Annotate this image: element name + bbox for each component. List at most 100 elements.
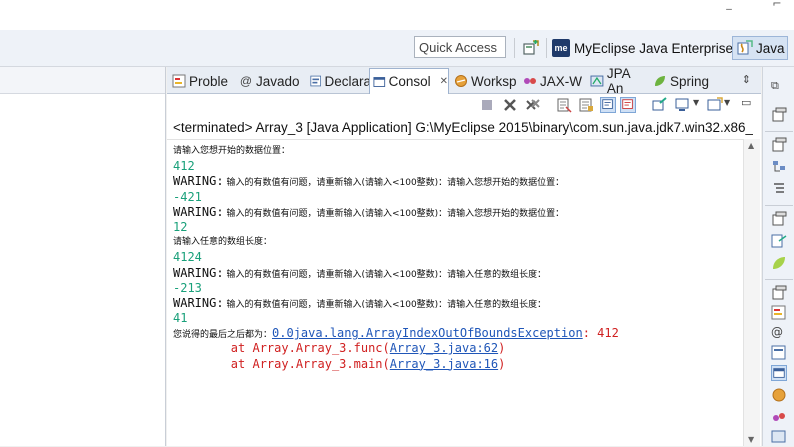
- console-user-input: 4124: [173, 250, 202, 265]
- display-selected-console-icon[interactable]: [675, 97, 691, 113]
- restore-icon[interactable]: ⧉: [771, 79, 787, 95]
- minimize-icon[interactable]: _: [722, 0, 736, 10]
- scroll-lock-icon[interactable]: [578, 97, 594, 113]
- left-view-panel: [0, 67, 166, 446]
- dropdown-arrow-icon[interactable]: ▼: [724, 98, 730, 107]
- terminate-icon[interactable]: [479, 97, 495, 113]
- toolbar-separator: [546, 38, 547, 58]
- stack-frame-text: ): [498, 356, 506, 371]
- perspective-java[interactable]: Java: [732, 36, 788, 60]
- task-list-icon[interactable]: [771, 181, 787, 197]
- perspective-myeclipse-java-enterprise[interactable]: me MyEclipse Java Enterprise: [552, 36, 733, 60]
- spring-icon: [655, 76, 665, 86]
- console-line: WARING: 输入的有数值有问题，请重新输入(请输入<100整数)：请输入任意…: [173, 266, 743, 281]
- trim-separator: [765, 205, 793, 206]
- tab-javadoc[interactable]: @ Javado: [236, 69, 306, 93]
- view-menu-icon[interactable]: ⇕: [742, 73, 751, 86]
- console-icon[interactable]: [771, 365, 787, 381]
- source-link[interactable]: Array_3.java:16: [390, 357, 498, 371]
- trim-separator: [765, 279, 793, 280]
- tab-jax-ws[interactable]: JAX-W: [520, 69, 586, 93]
- scroll-down-icon[interactable]: ▼: [748, 435, 754, 444]
- stack-frame-text: at Array.Array_3.func(: [173, 341, 390, 356]
- outline-icon[interactable]: [771, 159, 787, 175]
- console-icon: [373, 76, 386, 87]
- view-menu-icon[interactable]: ▭: [741, 96, 751, 109]
- console-warning-tag: WARING:: [173, 174, 224, 189]
- open-console-icon[interactable]: [707, 97, 723, 113]
- console-prompt: 请输入您想开始的数据位置：: [173, 146, 291, 156]
- remove-all-terminated-icon[interactable]: [525, 97, 541, 113]
- console-exception-line: 您说得的最后之后都为：0.0java.lang.ArrayIndexOutOfB…: [173, 326, 743, 341]
- tab-label: Declara: [324, 73, 371, 89]
- perspective-label: Java: [756, 40, 785, 56]
- tab-problems[interactable]: Proble: [169, 69, 235, 93]
- java-perspective-icon: [737, 40, 753, 55]
- console-process-label: <terminated> Array_3 [Java Application] …: [173, 120, 753, 135]
- console-output[interactable]: 请输入您想开始的数据位置： 412 WARING: 输入的有数值有问题，请重新输入(…: [167, 139, 743, 447]
- console-user-input: 412: [173, 159, 195, 174]
- perspective-label: MyEclipse Java Enterprise: [574, 40, 734, 56]
- view-restore-icon[interactable]: [771, 107, 787, 123]
- jaxws-icon: [524, 78, 536, 84]
- declaration-icon: [310, 75, 322, 87]
- window-title-strip: _ ⌐: [0, 0, 794, 30]
- scroll-up-icon[interactable]: ▲: [748, 141, 754, 150]
- tab-console[interactable]: Consol ✕: [369, 68, 449, 94]
- console-warning-tag: WARING:: [173, 295, 224, 310]
- console-message: 输入的有数值有问题，请重新输入(请输入<100整数)：请输入您想开始的数据位置：: [223, 208, 565, 219]
- console-user-input: -213: [173, 280, 202, 295]
- hierarchy-icon[interactable]: [771, 233, 787, 249]
- javadoc-icon[interactable]: @: [771, 325, 787, 341]
- problems-icon[interactable]: [771, 305, 787, 321]
- tab-label: Javado: [256, 73, 300, 89]
- tab-label: JAX-W: [540, 73, 582, 89]
- console-line: 4124: [173, 250, 743, 265]
- dropdown-arrow-icon[interactable]: ▼: [693, 98, 699, 107]
- tab-workspace[interactable]: Worksp: [451, 69, 519, 93]
- console-message: 输入的有数值有问题，请重新输入(请输入<100整数)：请输入任意的数组长度：: [223, 299, 547, 310]
- tab-declaration[interactable]: Declara: [307, 69, 371, 93]
- jpa-icon: [590, 75, 604, 87]
- remove-launch-icon[interactable]: [502, 97, 518, 113]
- console-user-input: -421: [173, 189, 202, 204]
- show-console-stdout-icon[interactable]: [600, 97, 616, 113]
- open-perspective-icon[interactable]: [522, 39, 540, 57]
- console-message: 输入的有数值有问题，请重新输入(请输入<100整数)：请输入任意的数组长度：: [223, 269, 547, 280]
- console-line: -213: [173, 281, 743, 296]
- exception-link[interactable]: 0.0java.lang.ArrayIndexOutOfBoundsExcept…: [272, 326, 583, 340]
- console-line: -421: [173, 190, 743, 205]
- tab-label: Proble: [189, 73, 229, 89]
- pin-console-icon[interactable]: [651, 97, 667, 113]
- source-link[interactable]: Array_3.java:62: [390, 341, 498, 355]
- show-console-stderr-icon[interactable]: [620, 97, 636, 113]
- clear-console-icon[interactable]: [556, 97, 572, 113]
- stack-frame-text: ): [498, 341, 506, 356]
- window-control-icon[interactable]: ⌐: [770, 0, 784, 10]
- console-warning-tag: WARING:: [173, 265, 224, 280]
- console-line: 412: [173, 159, 743, 174]
- console-vertical-scrollbar[interactable]: ▲ ▼: [743, 139, 760, 446]
- tab-spring[interactable]: Spring: [650, 69, 716, 93]
- tab-jpa[interactable]: JPA An: [587, 66, 649, 96]
- console-message: 您说得的最后之后都为：: [173, 330, 273, 341]
- console-user-input: 12: [173, 219, 188, 234]
- workspace-icon: [455, 75, 467, 87]
- jpa-icon[interactable]: [771, 429, 787, 445]
- close-icon[interactable]: ✕: [440, 76, 448, 87]
- declaration-icon[interactable]: [771, 345, 787, 361]
- view-restore-icon[interactable]: [771, 211, 787, 227]
- tab-label: Worksp: [471, 73, 517, 89]
- main-toolbar: Quick Access me MyEclipse Java Enterpris…: [0, 30, 794, 67]
- tab-label: JPA An: [606, 66, 630, 96]
- spring-explorer-icon[interactable]: [771, 255, 787, 271]
- console-line: 请输入您想开始的数据位置：: [173, 144, 743, 159]
- jaxws-icon[interactable]: [771, 409, 787, 425]
- view-restore-icon[interactable]: [771, 285, 787, 301]
- quick-access-input[interactable]: Quick Access: [414, 36, 506, 58]
- console-user-input: 41: [173, 311, 188, 326]
- left-view-header: [0, 67, 165, 94]
- workspace-icon[interactable]: [771, 387, 787, 403]
- stack-frame-text: at Array.Array_3.main(: [173, 356, 390, 371]
- view-restore-icon[interactable]: [771, 137, 787, 153]
